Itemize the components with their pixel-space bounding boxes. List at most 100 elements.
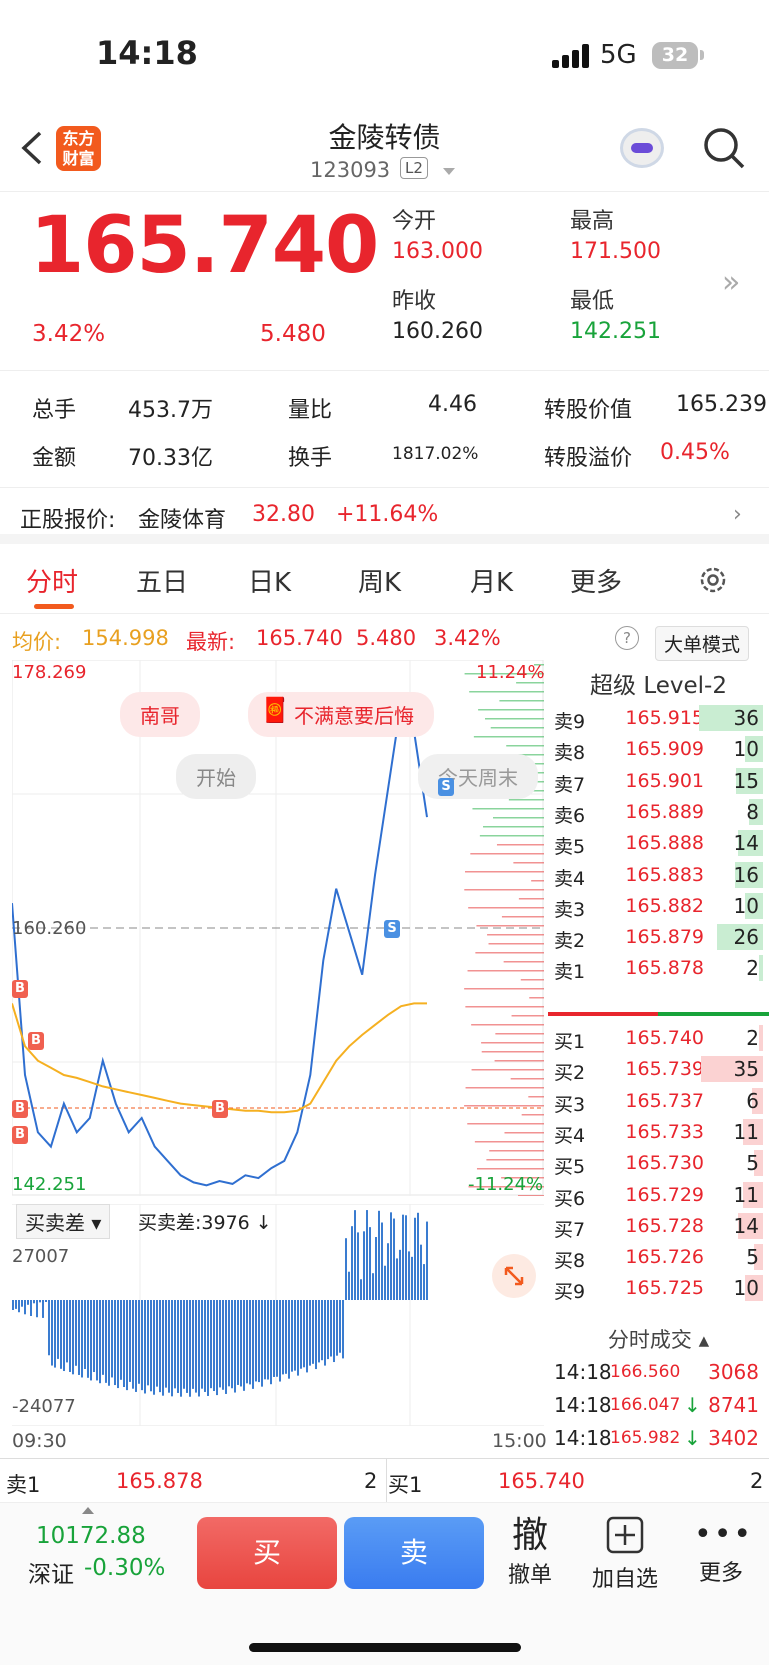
diff-bar xyxy=(228,1300,230,1387)
more-button[interactable]: ••• 更多 xyxy=(694,1515,751,1587)
robot-assistant-icon[interactable] xyxy=(620,128,664,168)
diff-bar xyxy=(312,1300,314,1364)
diff-bar xyxy=(357,1232,359,1300)
bid-row[interactable]: 买9 165.725 10 xyxy=(548,1272,769,1305)
depth-bar xyxy=(473,736,544,738)
diff-bar xyxy=(168,1300,170,1393)
diff-bar xyxy=(48,1300,50,1356)
diff-bar xyxy=(108,1300,110,1386)
ask-row[interactable]: 卖2 165.879 26 xyxy=(548,921,769,954)
ask-row[interactable]: 卖6 165.889 8 xyxy=(548,796,769,829)
diff-bar xyxy=(294,1300,296,1371)
bid-row[interactable]: 买2 165.739 35 xyxy=(548,1053,769,1086)
prev-close-field: 昨收 160.260 xyxy=(392,289,483,344)
network-label: 5G xyxy=(600,40,637,70)
index-value[interactable]: 10172.88 xyxy=(36,1523,146,1549)
avg-price: 154.998 xyxy=(82,626,169,650)
chevron-right-icon[interactable]: › xyxy=(733,502,742,527)
diff-bar xyxy=(375,1237,377,1300)
diff-bar xyxy=(354,1210,356,1300)
index-pct[interactable]: -0.30% xyxy=(84,1555,165,1581)
comment-bubble[interactable]: 今天周末 xyxy=(418,754,538,799)
ask-row[interactable]: 卖9 165.915 36 xyxy=(548,702,769,735)
status-bar: 14:18 5G 32 xyxy=(0,0,769,110)
intraday-chart[interactable]: 178.269 142.251 11.24% -11.24% 160.260 南… xyxy=(12,660,545,1196)
double-chevron-right-icon[interactable]: » xyxy=(722,265,740,300)
diff-bar xyxy=(69,1300,71,1372)
diff-bar xyxy=(81,1300,83,1378)
search-icon[interactable] xyxy=(702,126,746,170)
bid-row[interactable]: 买3 165.737 6 xyxy=(548,1085,769,1118)
level-badge[interactable]: L2 xyxy=(400,157,428,179)
add-watchlist-button[interactable]: 加自选 xyxy=(588,1515,662,1593)
depth-bar xyxy=(465,871,544,873)
diff-bar xyxy=(309,1300,311,1366)
ask-row[interactable]: 卖4 165.883 16 xyxy=(548,859,769,892)
diff-min-label: -24077 xyxy=(12,1396,76,1417)
tab-day-k[interactable]: 日K xyxy=(248,562,291,599)
turnover-value: 1817.02% xyxy=(392,444,479,464)
help-icon[interactable]: ? xyxy=(615,626,639,650)
caret-up-icon[interactable] xyxy=(82,1507,94,1514)
bid-row[interactable]: 买5 165.730 5 xyxy=(548,1147,769,1180)
ask-row[interactable]: 卖7 165.901 15 xyxy=(548,765,769,798)
diff-bar xyxy=(237,1300,239,1385)
level-label: 卖9 xyxy=(554,711,586,733)
period-tabs: 分时 五日 日K 周K 月K 更多 xyxy=(0,546,769,614)
diff-bar xyxy=(105,1300,107,1383)
level-label: 卖8 xyxy=(554,742,586,765)
time-sales-title[interactable]: 分时成交 ▴ xyxy=(548,1324,769,1354)
buy-marker: B xyxy=(212,1100,228,1118)
latest-price: 165.740 xyxy=(256,626,343,650)
comment-bubble[interactable]: 开始 xyxy=(176,754,256,799)
diff-bar xyxy=(219,1300,221,1388)
pct-max-label: 11.24% xyxy=(476,662,545,683)
amount-value: 70.33亿 xyxy=(128,446,213,471)
ask-row[interactable]: 卖3 165.882 10 xyxy=(548,890,769,923)
depth-bar xyxy=(493,817,544,819)
chevron-down-icon[interactable] xyxy=(443,168,455,175)
trade-row: 14:18 166.560 3068 xyxy=(554,1360,759,1384)
diff-bar xyxy=(60,1300,62,1369)
bid-row[interactable]: 买8 165.726 5 xyxy=(548,1241,769,1274)
tab-month-k[interactable]: 月K xyxy=(470,562,513,599)
ask-row[interactable]: 卖5 165.888 14 xyxy=(548,827,769,860)
bid-row[interactable]: 买1 165.740 2 xyxy=(548,1022,769,1055)
diff-bar xyxy=(291,1300,293,1372)
tab-5day[interactable]: 五日 xyxy=(136,562,188,599)
diff-bar xyxy=(255,1300,257,1382)
ask-row[interactable]: 卖1 165.878 2 xyxy=(548,952,769,985)
underlying-stock-row[interactable]: 正股报价: 金陵体育 32.80 +11.64% › xyxy=(0,488,769,544)
diff-bar xyxy=(96,1300,98,1381)
level-label: 卖3 xyxy=(554,898,586,921)
depth-bar xyxy=(528,1096,544,1098)
stats-panel: 总手 453.7万 量比 4.46 转股价值 165.239 金额 70.33亿… xyxy=(0,372,769,488)
security-code: 123093 xyxy=(310,158,391,182)
depth-bar xyxy=(506,745,544,747)
expand-icon[interactable] xyxy=(492,1254,536,1298)
level-label: 买4 xyxy=(554,1124,586,1147)
tab-intraday[interactable]: 分时 xyxy=(26,562,78,599)
index-name[interactable]: 深证 xyxy=(28,1555,74,1589)
depth-bar xyxy=(510,1078,544,1080)
buy-button[interactable]: 买 xyxy=(197,1517,337,1589)
gear-icon[interactable] xyxy=(697,564,729,596)
tab-week-k[interactable]: 周K xyxy=(358,562,401,599)
depth-bar xyxy=(485,718,544,720)
level-price: 165.726 xyxy=(625,1246,704,1269)
large-order-mode-button[interactable]: 大单模式 xyxy=(655,626,750,661)
level-label: 卖7 xyxy=(554,773,586,796)
bid-row[interactable]: 买4 165.733 11 xyxy=(548,1116,769,1149)
depth-bar xyxy=(472,808,544,810)
bid-row[interactable]: 买6 165.729 11 xyxy=(548,1179,769,1212)
diff-bar xyxy=(249,1300,251,1385)
bid-row[interactable]: 买7 165.728 14 xyxy=(548,1210,769,1243)
diff-bar xyxy=(324,1300,326,1366)
indicator-select[interactable]: 买卖差 ▾ xyxy=(16,1204,111,1239)
sell-button[interactable]: 卖 xyxy=(344,1517,484,1589)
diff-bar xyxy=(258,1300,260,1383)
comment-bubble[interactable]: 南哥 xyxy=(120,692,200,737)
ask-row[interactable]: 卖8 165.909 10 xyxy=(548,733,769,766)
tab-more[interactable]: 更多 xyxy=(570,562,622,599)
cancel-order-button[interactable]: 撤撤单 xyxy=(506,1515,554,1589)
